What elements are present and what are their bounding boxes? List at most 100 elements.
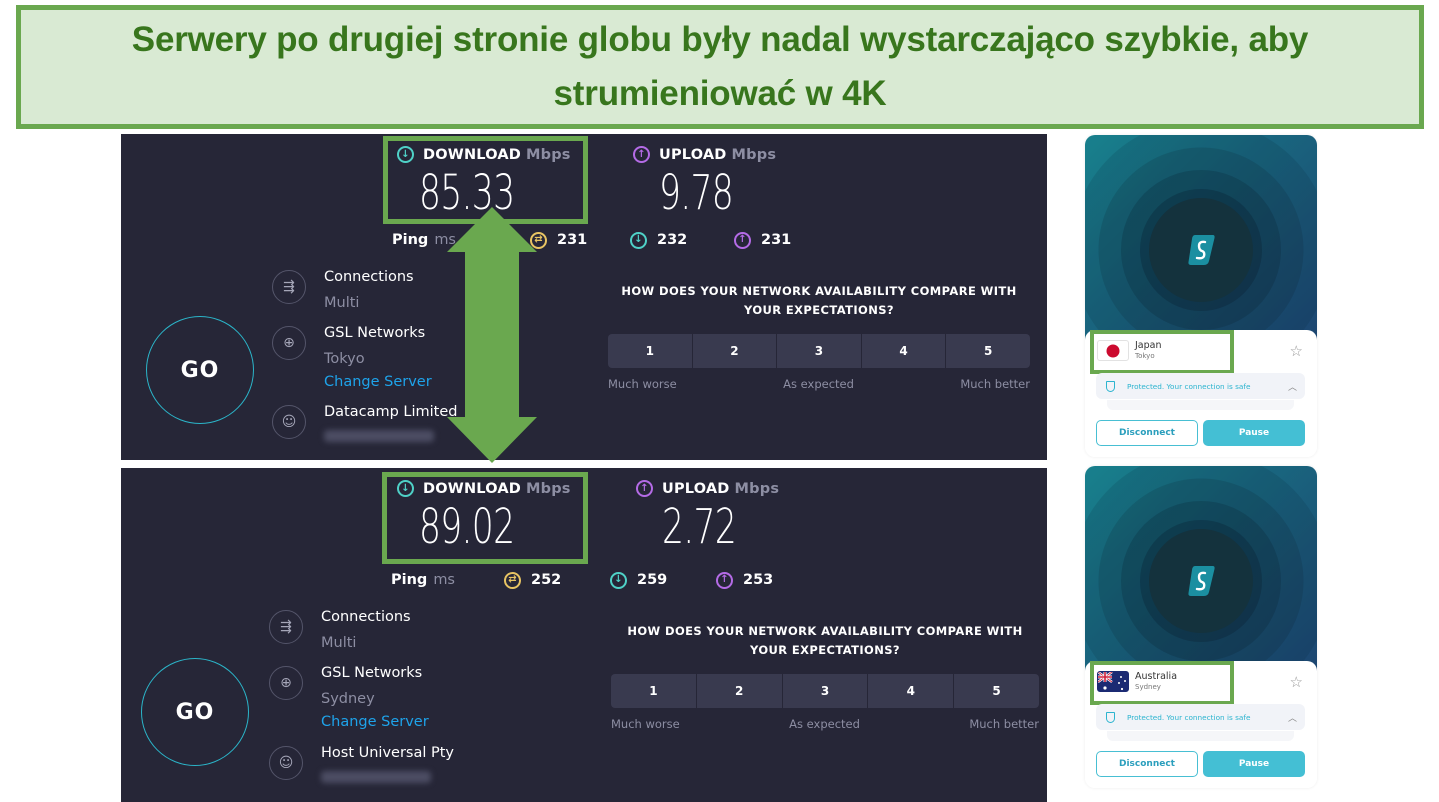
rating-3-button[interactable]: 3 bbox=[777, 334, 862, 368]
vpn-connected-hero bbox=[1085, 135, 1317, 340]
survey-question: HOW DOES YOUR NETWORK AVAILABILITY COMPA… bbox=[627, 624, 1023, 657]
location-city: Tokyo bbox=[1135, 352, 1155, 360]
vpn-connection-sheet: Japan Tokyo ☆ Protected. Your connection… bbox=[1085, 330, 1317, 457]
download-value: 89.02 bbox=[419, 499, 515, 555]
upload-icon: ↑ bbox=[633, 146, 650, 163]
location-selector[interactable]: Japan Tokyo bbox=[1097, 340, 1162, 361]
change-server-link[interactable]: Change Server bbox=[321, 713, 454, 731]
rating-2-button[interactable]: 2 bbox=[692, 334, 778, 368]
surfshark-logo-icon bbox=[1188, 235, 1215, 265]
connections-icon: ⇶ bbox=[272, 270, 306, 304]
japan-flag-icon bbox=[1097, 340, 1129, 361]
australia-flag-icon bbox=[1097, 671, 1129, 692]
vpn-connection-sheet: Australia Sydney ☆ Protected. Your conne… bbox=[1085, 661, 1317, 788]
chevron-up-icon: ︿ bbox=[1287, 714, 1297, 724]
server-city: Sydney bbox=[321, 691, 375, 707]
rating-5-button[interactable]: 5 bbox=[954, 674, 1039, 708]
ping-idle-icon: ⇄ bbox=[504, 571, 521, 589]
rating-5-button[interactable]: 5 bbox=[946, 334, 1030, 368]
rating-3-button[interactable]: 3 bbox=[782, 674, 869, 708]
upload-value: 9.78 bbox=[659, 165, 734, 221]
server-provider: GSL Networks bbox=[324, 325, 426, 341]
server-provider: GSL Networks bbox=[321, 665, 423, 681]
rating-high-label: Much better bbox=[960, 377, 1030, 391]
download-label: DOWNLOAD bbox=[423, 146, 522, 163]
download-label: DOWNLOAD bbox=[423, 480, 522, 497]
rating-1-button[interactable]: 1 bbox=[611, 674, 697, 708]
shield-icon bbox=[1106, 380, 1115, 392]
disconnect-button[interactable]: Disconnect bbox=[1096, 420, 1198, 446]
upload-label: UPLOAD bbox=[662, 480, 730, 497]
rating-4-button[interactable]: 4 bbox=[861, 334, 947, 368]
location-city: Sydney bbox=[1135, 683, 1161, 691]
upload-unit: Mbps bbox=[731, 146, 777, 163]
caption-banner: Serwery po drugiej stronie globu były na… bbox=[16, 5, 1424, 129]
rating-2-button[interactable]: 2 bbox=[696, 674, 783, 708]
connection-info: ⇶ Connections Multi ⊕ GSL Networks Sydne… bbox=[269, 608, 454, 800]
location-selector[interactable]: Australia Sydney bbox=[1097, 671, 1177, 692]
rating-1-button[interactable]: 1 bbox=[608, 334, 693, 368]
favorite-star-icon[interactable]: ☆ bbox=[1290, 342, 1303, 360]
rating-4-button[interactable]: 4 bbox=[868, 674, 955, 708]
connections-icon: ⇶ bbox=[269, 610, 303, 644]
ping-idle: ⇄ 231 bbox=[530, 231, 587, 249]
isp-name: Host Universal Pty bbox=[321, 745, 455, 761]
ping-download-value: 259 bbox=[637, 572, 668, 588]
change-server-link[interactable]: Change Server bbox=[324, 373, 458, 391]
rating-scale: 1 2 3 4 5 bbox=[611, 674, 1039, 708]
download-icon: ↓ bbox=[397, 146, 414, 163]
connection-status-bar[interactable]: Protected. Your connection is safe ︿ bbox=[1096, 704, 1305, 730]
ping-upload: ↑ 231 bbox=[734, 231, 792, 249]
vpn-card-australia: Australia Sydney ☆ Protected. Your conne… bbox=[1085, 466, 1317, 788]
isp-name: Datacamp Limited bbox=[324, 404, 458, 420]
ping-download: ↓ 232 bbox=[630, 231, 688, 249]
blurred-ip-address bbox=[324, 430, 434, 442]
connections-value: Multi bbox=[324, 295, 360, 311]
ping-idle: ⇄ 252 bbox=[504, 571, 562, 589]
disconnect-button[interactable]: Disconnect bbox=[1096, 751, 1198, 777]
pause-button[interactable]: Pause bbox=[1203, 420, 1305, 446]
ping-download-icon: ↓ bbox=[610, 571, 627, 589]
vpn-connected-hero bbox=[1085, 466, 1317, 671]
connection-status-bar[interactable]: Protected. Your connection is safe ︿ bbox=[1096, 373, 1305, 399]
comparison-double-arrow bbox=[447, 207, 537, 463]
shield-icon bbox=[1106, 711, 1115, 723]
rating-mid-label: As expected bbox=[783, 377, 854, 391]
upload-value: 2.72 bbox=[662, 499, 737, 555]
user-icon: ☺ bbox=[269, 746, 303, 780]
survey-question: HOW DOES YOUR NETWORK AVAILABILITY COMPA… bbox=[621, 284, 1017, 317]
download-metric: ↓ DOWNLOAD Mbps 89.02 bbox=[397, 480, 571, 555]
ping-download-value: 232 bbox=[657, 232, 688, 248]
rating-low-label: Much worse bbox=[608, 377, 677, 391]
upload-metric: ↑ UPLOAD Mbps 9.78 bbox=[633, 146, 776, 221]
caption-title: Serwery po drugiej stronie globu były na… bbox=[131, 20, 1309, 113]
blurred-ip-address bbox=[321, 771, 431, 783]
go-button[interactable]: GO bbox=[141, 658, 249, 766]
surfshark-logo-icon bbox=[1188, 566, 1215, 596]
download-unit: Mbps bbox=[526, 480, 571, 497]
ping-upload: ↑ 253 bbox=[716, 571, 773, 589]
ping-unit: ms bbox=[433, 572, 455, 588]
ping-download: ↓ 259 bbox=[610, 571, 668, 589]
connections-item: ⇶ Connections Multi bbox=[269, 608, 454, 664]
upload-label: UPLOAD bbox=[659, 146, 727, 163]
network-survey: HOW DOES YOUR NETWORK AVAILABILITY COMPA… bbox=[611, 622, 1039, 731]
server-item: ⊕ GSL Networks Tokyo Change Server bbox=[272, 324, 458, 403]
go-button[interactable]: GO bbox=[146, 316, 254, 424]
ping-idle-value: 252 bbox=[531, 572, 562, 588]
location-country: Australia bbox=[1135, 671, 1178, 682]
network-survey: HOW DOES YOUR NETWORK AVAILABILITY COMPA… bbox=[608, 282, 1030, 391]
ping-label: Ping bbox=[392, 232, 429, 248]
ping-upload-value: 231 bbox=[761, 232, 792, 248]
favorite-star-icon[interactable]: ☆ bbox=[1290, 673, 1303, 691]
server-city: Tokyo bbox=[324, 351, 365, 367]
pause-button[interactable]: Pause bbox=[1203, 751, 1305, 777]
ping-row: Ping ms ⇄ 252 ↓ 259 ↑ 253 bbox=[391, 571, 773, 589]
connections-label: Connections bbox=[321, 609, 411, 625]
isp-item: ☺ Datacamp Limited bbox=[272, 403, 458, 459]
connection-status-text: Protected. Your connection is safe bbox=[1127, 712, 1251, 722]
rating-low-label: Much worse bbox=[611, 717, 680, 731]
rating-mid-label: As expected bbox=[789, 717, 860, 731]
status-expander-shadow bbox=[1107, 400, 1294, 410]
ping-upload-icon: ↑ bbox=[734, 231, 751, 249]
